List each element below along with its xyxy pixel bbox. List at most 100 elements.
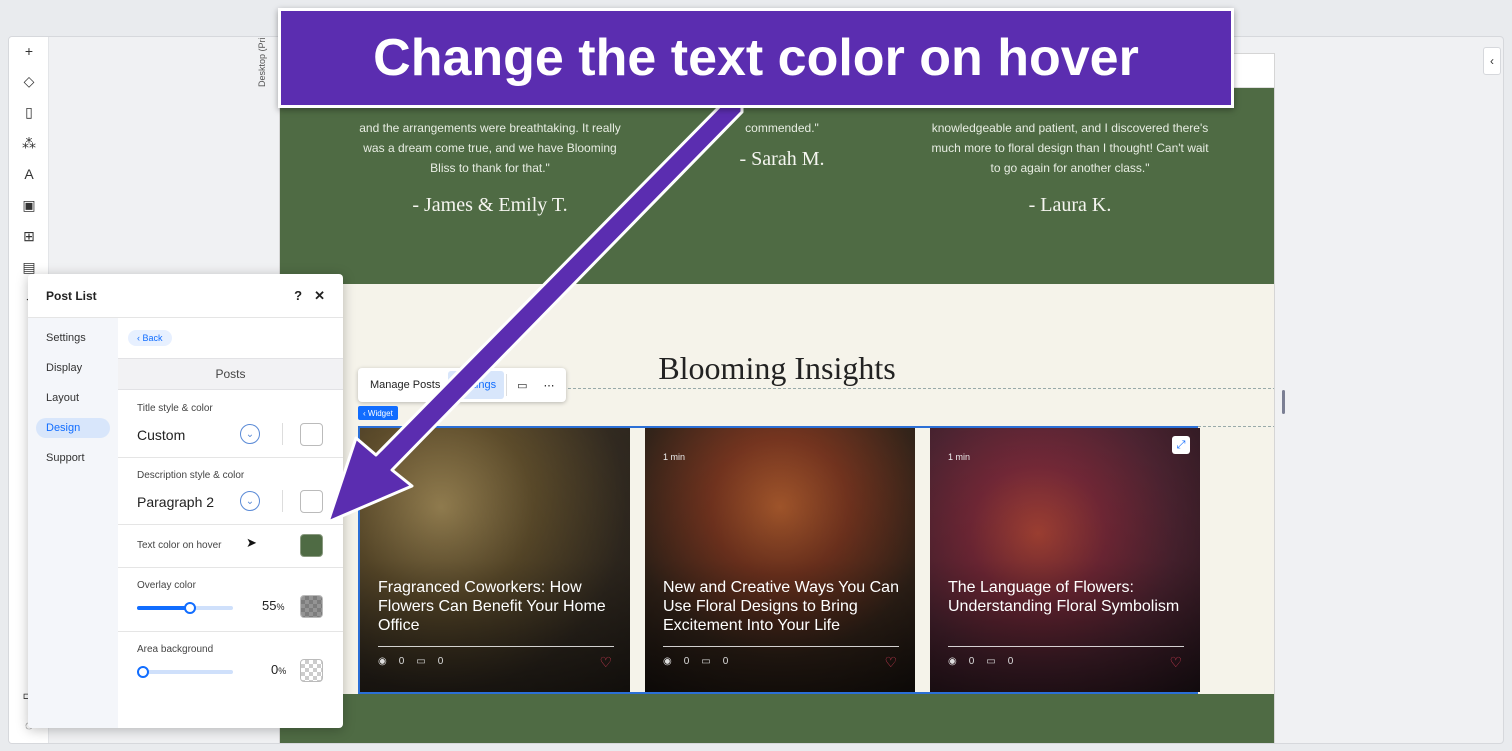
post-card[interactable]: 1 min ⤢ The Language of Flowers: Underst… — [930, 428, 1200, 692]
description-color-swatch[interactable] — [300, 490, 323, 513]
title-style-label: Title style & color — [137, 403, 213, 414]
overlay — [645, 428, 915, 692]
testimonial-quote: and the arrangements were breathtaking. … — [359, 121, 621, 175]
percent-unit: % — [276, 602, 285, 612]
read-time: 1 min — [663, 452, 686, 462]
panel-nav: Settings Display Layout Design Support — [28, 318, 118, 728]
apps-icon[interactable]: ⊞ — [19, 226, 39, 246]
post-card[interactable]: Fragranced Coworkers: How Flowers Can Be… — [360, 428, 630, 692]
resize-handle[interactable] — [1282, 390, 1285, 414]
area-background-swatch[interactable] — [300, 659, 323, 682]
testimonial-name: - Laura K. — [1028, 194, 1112, 216]
testimonial: and the arrangements were breathtaking. … — [350, 118, 630, 217]
nav-display[interactable]: Display — [36, 358, 110, 378]
overlay-opacity-slider[interactable] — [137, 602, 233, 614]
hover-color-row: Text color on hover — [118, 525, 343, 568]
slider-knob[interactable] — [183, 602, 196, 614]
settings-panel: Post List ? ✕ Settings Display Layout De… — [28, 274, 343, 728]
site-canvas: and the arrangements were breathtaking. … — [279, 53, 1275, 743]
overlay-number: 55 — [262, 598, 277, 613]
heart-icon[interactable]: ♡ — [1169, 654, 1182, 671]
nav-support[interactable]: Support — [36, 448, 110, 468]
slider-knob[interactable] — [137, 666, 149, 678]
close-button[interactable]: ✕ — [314, 288, 325, 304]
eye-icon: ◉ — [378, 656, 387, 667]
widget-toolbar: Manage Posts Settings ▭ ⋯ — [358, 368, 567, 402]
post-card[interactable]: 1 min New and Creative Ways You Can Use … — [645, 428, 915, 692]
chevron-down-icon[interactable]: ⌄ — [240, 491, 260, 511]
percent-unit: % — [278, 666, 287, 676]
image-icon[interactable]: ▣ — [19, 195, 39, 215]
post-meta: ◉ 0 ▭ 0 — [948, 656, 1013, 667]
testimonial: commended." - Sarah M. — [642, 118, 922, 171]
hover-color-swatch[interactable] — [300, 534, 323, 557]
area-background-slider[interactable] — [137, 666, 233, 678]
page-icon[interactable]: ▯ — [19, 102, 39, 122]
divider — [506, 374, 508, 396]
more-button[interactable]: ⋯ — [535, 371, 562, 399]
comment-icon: ▭ — [701, 656, 711, 667]
section-header: Posts — [118, 358, 343, 390]
expand-icon[interactable]: ⤢ — [1172, 436, 1190, 454]
overlay — [930, 428, 1200, 692]
divider — [663, 646, 899, 647]
text-style-icon[interactable]: A — [19, 164, 39, 184]
comment-count: 0 — [722, 656, 729, 667]
post-title[interactable]: New and Creative Ways You Can Use Floral… — [663, 578, 899, 635]
mouse-cursor-icon: ➤ — [246, 535, 257, 550]
settings-button[interactable]: Settings — [448, 371, 505, 399]
read-time: 1 min — [948, 452, 971, 462]
layers-icon[interactable]: ◇ — [19, 71, 39, 91]
back-label: Back — [142, 333, 163, 343]
overlay-opacity-value: 55% — [262, 598, 284, 613]
view-label: Desktop (Primary) — [257, 36, 267, 87]
overlay-color-row: Overlay color 55% — [118, 568, 343, 632]
panel-body: ‹ Back Posts Title style & color Custom … — [118, 318, 343, 728]
post-meta: ◉ 0 ▭ 0 — [378, 656, 443, 667]
view-count: 0 — [398, 656, 405, 667]
widget-tag[interactable]: ‹ Widget — [358, 406, 398, 420]
description-style-value: Paragraph 2 — [137, 494, 215, 510]
view-count: 0 — [683, 656, 690, 667]
testimonial-quote: knowledgeable and patient, and I discove… — [931, 121, 1209, 175]
eye-icon: ◉ — [663, 656, 672, 667]
heart-icon[interactable]: ♡ — [884, 654, 897, 671]
plus-icon[interactable]: + — [19, 41, 39, 61]
overlay-color-label: Overlay color — [137, 580, 196, 591]
nav-settings[interactable]: Settings — [36, 328, 110, 348]
comment-icon: ▭ — [986, 656, 996, 667]
title-color-swatch[interactable] — [300, 423, 323, 446]
footer-section — [280, 694, 1274, 743]
post-meta: ◉ 0 ▭ 0 — [663, 656, 728, 667]
chevron-down-icon[interactable]: ⌄ — [240, 424, 260, 444]
testimonials-section: and the arrangements were breathtaking. … — [280, 88, 1274, 284]
testimonial-name: - Sarah M. — [739, 148, 825, 170]
title-style-value: Custom — [137, 427, 186, 443]
testimonial-name: - James & Emily T. — [412, 194, 568, 216]
post-list-widget[interactable]: Fragranced Coworkers: How Flowers Can Be… — [358, 426, 1200, 694]
help-button[interactable]: ? — [294, 288, 302, 303]
hover-color-label: Text color on hover — [137, 540, 222, 551]
nav-layout[interactable]: Layout — [36, 388, 110, 408]
components-icon[interactable]: ⁂ — [19, 133, 39, 153]
annotation-banner: Change the text color on hover — [278, 8, 1234, 108]
chevron-left-icon[interactable]: ‹ — [1483, 47, 1501, 75]
post-title[interactable]: The Language of Flowers: Understanding F… — [948, 578, 1184, 616]
panel-header: Post List ? ✕ — [28, 274, 343, 318]
view-count: 0 — [968, 656, 975, 667]
back-button[interactable]: ‹ Back — [128, 330, 172, 346]
comment-icon[interactable]: ▭ — [509, 371, 535, 399]
description-style-label: Description style & color — [137, 470, 245, 481]
post-title[interactable]: Fragranced Coworkers: How Flowers Can Be… — [378, 578, 614, 635]
manage-posts-button[interactable]: Manage Posts — [362, 371, 448, 399]
divider — [282, 490, 283, 512]
widget-tag-label: Widget — [367, 408, 393, 418]
eye-icon: ◉ — [948, 656, 957, 667]
nav-design[interactable]: Design — [36, 418, 110, 438]
heart-icon[interactable]: ♡ — [599, 654, 612, 671]
overlay-color-swatch[interactable] — [300, 595, 323, 618]
slider-fill — [137, 606, 190, 610]
comment-count: 0 — [1007, 656, 1014, 667]
divider — [948, 646, 1184, 647]
testimonial-quote: commended." — [745, 121, 819, 135]
